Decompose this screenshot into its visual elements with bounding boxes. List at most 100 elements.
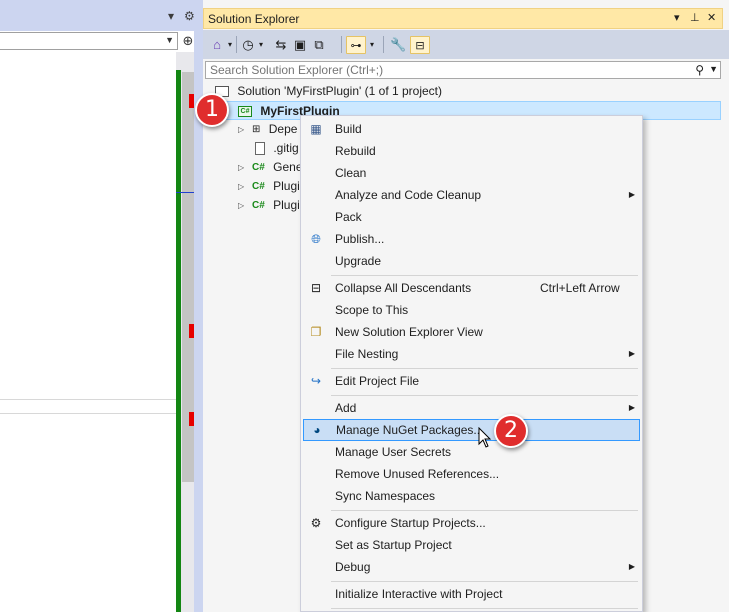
csharp-project-icon: C#: [238, 106, 252, 118]
dependencies-icon: ⊞: [252, 124, 261, 136]
menu-item-publish[interactable]: 🌐︎ Publish...: [303, 228, 640, 250]
mouse-pointer-icon: [478, 427, 492, 448]
menu-item-remove-unused-references[interactable]: Remove Unused References...: [303, 463, 640, 485]
toolbar-separator: [383, 36, 384, 53]
menu-item-sync-namespaces[interactable]: Sync Namespaces: [303, 485, 640, 507]
tree-item-solution[interactable]: Solution 'MyFirstPlugin' (1 of 1 project…: [215, 82, 442, 101]
tree-item-label: Plugi: [273, 198, 300, 212]
menu-item-rebuild[interactable]: Rebuild: [303, 140, 640, 162]
editor-text-area[interactable]: [0, 52, 176, 612]
menu-separator: [331, 510, 638, 511]
editor-divider: [0, 399, 176, 414]
close-icon[interactable]: ✕: [707, 12, 716, 25]
menu-item-manage-user-secrets[interactable]: Manage User Secrets: [303, 441, 640, 463]
file-icon: [255, 142, 265, 156]
step-callout-2: 2: [494, 414, 528, 448]
editor-tab-bar: ▾ ⚙: [0, 0, 202, 31]
build-icon: ▦: [310, 122, 322, 136]
chevron-down-icon[interactable]: ▾: [258, 36, 264, 54]
tree-item-dependencies[interactable]: ▷ ⊞ Depe: [238, 120, 298, 139]
show-all-files-icon[interactable]: ⧉: [311, 36, 327, 54]
toolbar-separator: [236, 36, 237, 53]
menu-separator: [331, 581, 638, 582]
tree-item-label: .gitig: [273, 141, 299, 155]
tree-item-file[interactable]: .gitig: [255, 139, 299, 158]
csharp-file-icon: C#: [252, 200, 265, 212]
submenu-arrow-icon: ▶: [628, 349, 635, 358]
expand-arrow-icon[interactable]: ▷: [238, 196, 244, 215]
menu-shortcut: Ctrl+Left Arrow: [540, 281, 620, 295]
collapse-all-icon[interactable]: ▣: [292, 36, 308, 54]
pane-splitter[interactable]: [194, 0, 203, 612]
new-view-icon: ❐: [310, 325, 322, 339]
solution-explorer-title-bar: Solution Explorer ▾ ⊥ ✕: [203, 8, 723, 29]
menu-item-scope-to-this[interactable]: Scope to This: [303, 299, 640, 321]
panel-title: Solution Explorer: [208, 12, 300, 26]
menu-item-set-as-startup-project[interactable]: Set as Startup Project: [303, 534, 640, 556]
expand-arrow-icon[interactable]: ▷: [238, 120, 244, 139]
chevron-down-icon: ▼: [165, 35, 174, 45]
menu-item-build[interactable]: ▦ Build: [303, 118, 640, 140]
search-input[interactable]: [210, 63, 680, 77]
search-box[interactable]: ⚲ ▼: [205, 61, 721, 79]
menu-item-manage-nuget-packages[interactable]: ◕ Manage NuGet Packages...: [303, 419, 640, 441]
window-position-dropdown-icon[interactable]: ▾: [674, 12, 680, 25]
tree-item-file[interactable]: ▷ C# Gene: [238, 158, 303, 177]
pin-icon[interactable]: ⊥: [690, 12, 700, 25]
globe-icon: 🌐︎: [311, 232, 321, 246]
history-clock-icon[interactable]: ◷: [240, 36, 256, 54]
edit-project-icon: ↪: [310, 374, 322, 388]
window-position-dropdown-icon[interactable]: ▾: [168, 10, 174, 22]
tree-item-label: Depe: [268, 122, 298, 136]
file-tree-view-icon[interactable]: ⊶: [346, 36, 366, 54]
menu-item-upgrade[interactable]: Upgrade: [303, 250, 640, 272]
menu-item-analyze-code-cleanup[interactable]: Analyze and Code Cleanup ▶: [303, 184, 640, 206]
csharp-file-icon: C#: [252, 181, 265, 193]
solution-explorer-toolbar: ⌂ ▾ ◷ ▾ ⇆ ▣ ⧉ ⊶ ▾ 🔧 ⊟: [203, 30, 729, 59]
nuget-icon: ◕: [313, 423, 321, 437]
search-icon[interactable]: ⚲: [695, 63, 704, 77]
chevron-down-icon[interactable]: ▾: [227, 36, 233, 54]
submenu-arrow-icon: ▶: [628, 562, 635, 571]
navigation-combo[interactable]: ▼: [0, 32, 178, 50]
menu-item-add[interactable]: Add ▶: [303, 397, 640, 419]
tree-item-label: Solution 'MyFirstPlugin' (1 of 1 project…: [237, 84, 443, 98]
menu-item-configure-startup-projects[interactable]: ⚙ Configure Startup Projects...: [303, 512, 640, 534]
step-callout-1: 1: [195, 93, 229, 127]
tree-item-label: Plugi: [273, 179, 300, 193]
menu-item-edit-project-file[interactable]: ↪ Edit Project File: [303, 370, 640, 392]
properties-wrench-icon[interactable]: 🔧: [390, 36, 406, 54]
project-context-menu: ▦ Build Rebuild Clean Analyze and Code C…: [300, 115, 643, 612]
tree-item-file[interactable]: ▷ C# Plugi: [238, 196, 300, 215]
code-editor-pane: ▾ ⚙ ▼ ⊕: [0, 0, 202, 612]
chevron-down-icon[interactable]: ▾: [369, 36, 375, 54]
gear-icon: ⚙: [310, 516, 322, 530]
menu-separator: [331, 368, 638, 369]
change-tracking-bar: [176, 70, 181, 612]
expand-arrow-icon[interactable]: ▷: [238, 158, 244, 177]
menu-item-clean[interactable]: Clean: [303, 162, 640, 184]
submenu-arrow-icon: ▶: [628, 190, 635, 199]
menu-separator: [331, 395, 638, 396]
menu-item-file-nesting[interactable]: File Nesting ▶: [303, 343, 640, 365]
chevron-down-icon[interactable]: ▼: [709, 64, 718, 74]
submenu-arrow-icon: ▶: [628, 403, 635, 412]
menu-separator: [331, 275, 638, 276]
sync-arrows-icon[interactable]: ⇆: [273, 36, 289, 54]
toolbar-separator: [341, 36, 342, 53]
menu-item-collapse-all-descendants[interactable]: ⊟ Collapse All Descendants Ctrl+Left Arr…: [303, 277, 640, 299]
editor-vertical-scrollbar[interactable]: [176, 52, 194, 612]
menu-item-debug[interactable]: Debug ▶: [303, 556, 640, 578]
menu-item-new-solution-explorer-view[interactable]: ❐ New Solution Explorer View: [303, 321, 640, 343]
caret-position-marker: [176, 192, 194, 193]
menu-separator: [331, 608, 638, 609]
csharp-file-icon: C#: [252, 162, 265, 174]
collapse-icon: ⊟: [310, 281, 322, 295]
menu-item-initialize-interactive[interactable]: Initialize Interactive with Project: [303, 583, 640, 605]
expand-arrow-icon[interactable]: ▷: [238, 177, 244, 196]
menu-item-pack[interactable]: Pack: [303, 206, 640, 228]
preview-selected-items-icon[interactable]: ⊟: [410, 36, 430, 54]
home-vs-icon[interactable]: ⌂: [209, 36, 225, 54]
tree-item-label: Gene: [273, 160, 303, 174]
tree-item-file[interactable]: ▷ C# Plugi: [238, 177, 300, 196]
